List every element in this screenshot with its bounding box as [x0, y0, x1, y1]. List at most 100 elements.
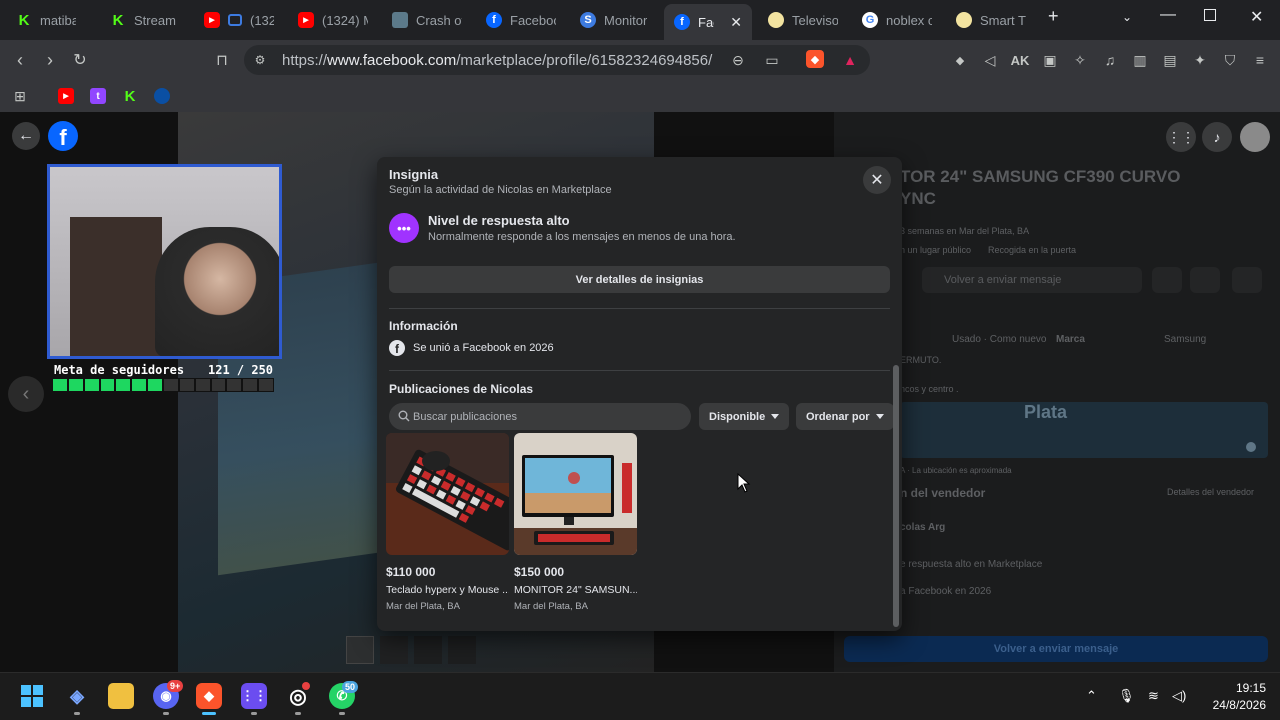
youtube-icon: ▶ — [204, 12, 220, 28]
wifi-icon[interactable]: ≋ — [1148, 688, 1159, 704]
webcam-shelf — [70, 217, 162, 356]
goal-segment — [179, 379, 194, 391]
badge-details-button[interactable]: Ver detalles de insignias — [389, 266, 890, 293]
url-text[interactable]: https://www.facebook.com/marketplace/pro… — [282, 52, 712, 69]
kick-icon[interactable]: K — [122, 88, 138, 105]
browser-tab[interactable]: Smart T — [946, 6, 1036, 34]
youtube-icon[interactable]: ▶ — [58, 88, 74, 104]
menu-icon[interactable]: ≡ — [1250, 50, 1270, 70]
vpn-icon[interactable]: ⛉ — [1220, 50, 1240, 70]
browser-tab[interactable]: f Faceboo — [476, 6, 566, 34]
more-button[interactable] — [1232, 267, 1262, 293]
twitch-icon[interactable]: t — [90, 88, 106, 104]
cast-icon[interactable]: ▭ — [762, 50, 782, 70]
badge-title: Nivel de respuesta alto — [428, 213, 570, 228]
close-window-icon[interactable]: ✕ — [1250, 7, 1263, 27]
google-icon: G — [862, 12, 878, 28]
listing-price: $110 000 — [386, 565, 436, 579]
info-icon[interactable] — [1246, 442, 1256, 452]
location-map[interactable]: Plata — [900, 402, 1268, 458]
avatar[interactable] — [1240, 122, 1270, 152]
browser-tab[interactable]: ▶ (1324) M — [288, 6, 378, 34]
availability-filter-button[interactable]: Disponible — [699, 403, 790, 430]
new-tab-icon[interactable]: + — [1048, 6, 1059, 27]
photo-thumbnails[interactable] — [346, 636, 486, 664]
divider — [389, 308, 890, 309]
browser-tab[interactable]: Crash of — [382, 6, 472, 34]
seller-details-link[interactable]: Detalles del vendedor — [1167, 487, 1254, 497]
browser-tab-active[interactable]: f Face ✕ — [664, 4, 752, 40]
browser-tab[interactable]: ▶ (132 — [194, 6, 284, 34]
chevron-down-icon[interactable]: ⌄ — [1122, 10, 1132, 24]
screenshot-icon[interactable]: ▣ — [1040, 50, 1060, 70]
menu-grid-icon[interactable]: ⋮⋮ — [1166, 122, 1196, 152]
goal-segment — [227, 379, 242, 391]
brave-shield-icon[interactable]: ◆ — [806, 50, 824, 68]
volume-icon[interactable]: ◁) — [1172, 688, 1186, 704]
brand-value: Samsung — [1164, 334, 1207, 345]
goal-segment — [132, 379, 147, 391]
apps-grid-icon[interactable]: ⊞ — [12, 88, 28, 104]
share-button[interactable] — [1190, 267, 1220, 293]
bookmark-site-icon[interactable] — [154, 88, 170, 104]
goal-segment — [195, 379, 210, 391]
photo-prev-button[interactable]: ‹ — [8, 376, 44, 412]
wallet-icon[interactable]: ▤ — [1160, 50, 1180, 70]
listing-location: Mar del Plata, BA — [514, 601, 588, 612]
send-again-bottom-button[interactable]: Volver a enviar mensaje — [844, 636, 1268, 662]
chevron-up-icon[interactable]: ⌃ — [1086, 688, 1097, 704]
dialog-scrollbar[interactable] — [893, 365, 899, 627]
webcam-overlay — [47, 164, 282, 359]
save-button[interactable] — [1152, 267, 1182, 293]
facebook-logo[interactable]: f — [48, 121, 78, 151]
puzzle-icon[interactable]: ✧ — [1070, 50, 1090, 70]
zoom-icon[interactable]: ⊖ — [728, 50, 748, 70]
kick-icon: K — [112, 11, 124, 29]
reload-icon[interactable]: ↻ — [68, 48, 92, 72]
brave-rewards-icon[interactable]: ▲ — [840, 50, 860, 70]
goal-segment — [53, 379, 67, 391]
music-icon[interactable]: ♫ — [1100, 50, 1120, 70]
sidebar-icon[interactable]: ▥ — [1130, 50, 1150, 70]
app-icon[interactable]: ◈ — [64, 683, 90, 709]
notification-dot — [302, 682, 310, 690]
send-again-button[interactable]: Volver a enviar mensaje — [922, 267, 1142, 293]
search-listings-input[interactable] — [413, 403, 683, 430]
site-settings-icon[interactable]: ⚙ — [250, 50, 270, 70]
notifications-icon[interactable]: ♪ — [1202, 122, 1232, 152]
back-icon[interactable]: ‹ — [8, 48, 32, 72]
browser-tab[interactable]: K Stream — [100, 6, 190, 34]
listing-card[interactable]: $110 000 Teclado hyperx y Mouse ... Mar … — [386, 433, 509, 612]
start-button[interactable] — [19, 683, 45, 709]
seller-name[interactable]: colas Arg — [900, 522, 945, 533]
clock-date[interactable]: 24/8/2026 — [1196, 698, 1266, 712]
listing-image-monitor — [514, 433, 637, 555]
bookmark-icon[interactable]: ⊓ — [210, 48, 234, 72]
clock-time[interactable]: 19:15 — [1226, 681, 1266, 695]
minimize-icon[interactable]: — — [1160, 6, 1176, 24]
brave-browser-icon[interactable]: ◆ — [196, 683, 222, 709]
monitor-photo — [514, 433, 637, 555]
sort-by-button[interactable]: Ordenar por — [796, 403, 894, 430]
browser-tab[interactable]: G noblex c — [852, 6, 942, 34]
close-viewer-button[interactable]: ← — [12, 122, 40, 150]
listing-card[interactable]: $150 000 MONITOR 24" SAMSUN... Mar del P… — [514, 433, 637, 612]
browser-tab[interactable]: Televiso — [758, 6, 848, 34]
microphone-icon[interactable]: 🎙 — [1118, 688, 1135, 704]
apps-grid-icon[interactable]: ⋮⋮ — [241, 683, 267, 709]
browser-tab[interactable]: K matibay — [6, 6, 86, 34]
goal-segment — [148, 379, 163, 391]
restore-icon[interactable] — [1204, 9, 1216, 21]
speaker-icon[interactable]: ◁ — [980, 50, 1000, 70]
browser-tab[interactable]: S Monitor — [570, 6, 660, 34]
file-explorer-icon[interactable] — [108, 683, 134, 709]
goal-segment — [259, 379, 274, 391]
running-indicator — [163, 712, 169, 715]
close-tab-icon[interactable]: ✕ — [730, 14, 742, 31]
extension-icon[interactable]: ◆ — [950, 50, 970, 70]
close-dialog-button[interactable]: ✕ — [863, 166, 891, 194]
brand-icon — [956, 12, 972, 28]
ak-extension-icon[interactable]: AK — [1010, 50, 1030, 70]
leo-ai-icon[interactable]: ✦ — [1190, 50, 1210, 70]
forward-icon[interactable]: › — [38, 48, 62, 72]
